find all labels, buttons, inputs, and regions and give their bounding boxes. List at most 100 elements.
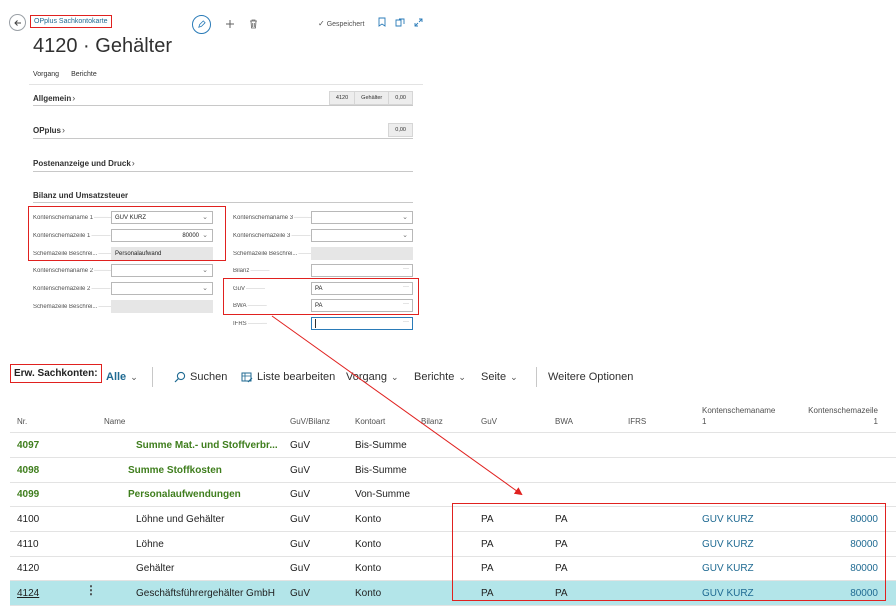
menu-label: Weitere Optionen bbox=[548, 371, 634, 383]
divider bbox=[33, 138, 413, 139]
filter-selector[interactable]: Alle ⌄ bbox=[106, 371, 138, 383]
edit-button[interactable] bbox=[192, 14, 211, 34]
column-header-line: Kontenschemaname bbox=[702, 406, 776, 415]
summary-chip: Gehälter bbox=[354, 92, 389, 104]
column-header-kontenschemaname[interactable]: Kontenschemaname 1 bbox=[702, 405, 775, 427]
pencil-icon bbox=[198, 19, 206, 28]
column-header-kontoart[interactable]: Kontoart bbox=[355, 416, 385, 427]
text-caret bbox=[315, 319, 316, 328]
chevron-right-icon: › bbox=[131, 158, 135, 168]
field-label: Kontenschemaname 2 bbox=[33, 268, 111, 274]
ellipsis-icon[interactable]: ··· bbox=[403, 266, 409, 272]
section-opplus-summary: 0,00 bbox=[388, 123, 413, 137]
field-label: Schemazeile Beschrei... bbox=[233, 251, 311, 257]
column-header-line: 1 bbox=[873, 417, 878, 426]
cell-guv-bilanz: GuV bbox=[290, 539, 311, 550]
summary-chip: 4120 bbox=[329, 92, 355, 104]
chevron-right-icon: › bbox=[62, 125, 66, 135]
bookmark-icon[interactable] bbox=[378, 17, 386, 27]
summary-chip: 0,00 bbox=[389, 124, 412, 136]
chevron-down-icon: ⌄ bbox=[202, 267, 208, 274]
divider bbox=[33, 202, 413, 203]
menu-label: Seite bbox=[481, 371, 507, 383]
filter-label: Alle bbox=[106, 371, 127, 383]
tab-berichte[interactable]: Berichte bbox=[71, 71, 97, 78]
row-actions-icon[interactable]: ⋮ bbox=[85, 584, 97, 596]
column-header-bwa[interactable]: BWA bbox=[555, 416, 573, 427]
cell-nr[interactable]: 4097 bbox=[17, 440, 39, 451]
kontenschemaname-2-select[interactable]: ⌄ bbox=[111, 264, 213, 277]
menu-vorgang[interactable]: Vorgang ⌄ bbox=[346, 371, 399, 383]
cell-name: Personalaufwendungen bbox=[128, 489, 241, 500]
field-kontenschemazeile-3: Kontenschemazeile 3 ⌄ bbox=[233, 229, 413, 242]
column-header-bilanz[interactable]: Bilanz bbox=[421, 416, 443, 427]
chevron-down-icon: ⌄ bbox=[130, 371, 138, 382]
search-icon bbox=[174, 371, 186, 383]
section-bilanz-header[interactable]: Bilanz und Umsatzsteuer bbox=[33, 191, 413, 200]
field-schemazeile-beschreibung-3: Schemazeile Beschrei... bbox=[233, 247, 413, 260]
menu-seite[interactable]: Seite ⌄ bbox=[481, 371, 518, 383]
cell-nr[interactable]: 4124 bbox=[17, 588, 39, 599]
column-header-kontenschemazeile[interactable]: Kontenschemazeile 1 bbox=[790, 405, 878, 427]
cell-nr[interactable]: 4098 bbox=[17, 465, 39, 476]
more-options-button[interactable]: Weitere Optionen bbox=[548, 371, 633, 383]
section-allgemein-label: Allgemein bbox=[33, 93, 72, 103]
trash-icon bbox=[250, 19, 257, 29]
column-header-line: Kontenschemazeile bbox=[808, 406, 878, 415]
kontenschemaname-3-select[interactable]: ⌄ bbox=[311, 211, 413, 224]
column-header-name[interactable]: Name bbox=[104, 416, 125, 427]
field-kontenschemazeile-2: Kontenschemazeile 2 ⌄ bbox=[33, 282, 213, 295]
field-label: Bilanz bbox=[233, 268, 311, 274]
menu-label: Vorgang bbox=[346, 371, 387, 383]
column-header-nr[interactable]: Nr. bbox=[17, 416, 27, 427]
search-label: Suchen bbox=[190, 371, 228, 383]
cell-nr[interactable]: 4110 bbox=[17, 539, 39, 550]
cell-nr[interactable]: 4099 bbox=[17, 489, 39, 500]
cell-kontoart: Konto bbox=[355, 539, 382, 550]
section-postenanzeige-header[interactable]: Postenanzeige und Druck › bbox=[33, 158, 413, 168]
cell-kontoart: Konto bbox=[355, 514, 382, 525]
section-postenanzeige: Postenanzeige und Druck › bbox=[33, 158, 413, 172]
kontenschemazeile-3-select[interactable]: ⌄ bbox=[311, 229, 413, 242]
column-header-guv-bilanz[interactable]: GuV/Bilanz bbox=[290, 416, 330, 427]
delete-button[interactable] bbox=[249, 19, 258, 29]
new-button[interactable] bbox=[225, 19, 235, 29]
back-button[interactable] bbox=[9, 14, 26, 31]
card-action-tabs: Vorgang Berichte bbox=[33, 71, 97, 78]
field-bilanz: Bilanz ··· bbox=[233, 264, 413, 277]
cell-nr[interactable]: 4100 bbox=[17, 514, 39, 525]
cell-nr[interactable]: 4120 bbox=[17, 563, 39, 574]
chevron-down-icon: ⌄ bbox=[202, 285, 208, 292]
field-label: IFRS bbox=[233, 321, 311, 327]
open-new-window-icon[interactable] bbox=[395, 18, 405, 27]
tab-vorgang[interactable]: Vorgang bbox=[33, 71, 59, 78]
ellipsis-icon[interactable]: ··· bbox=[403, 319, 409, 325]
cell-guv-bilanz: GuV bbox=[290, 588, 311, 599]
divider bbox=[33, 105, 413, 106]
search-button[interactable]: Suchen bbox=[174, 371, 227, 383]
edit-list-icon bbox=[241, 372, 253, 382]
save-status: ✓ Gespeichert bbox=[318, 19, 364, 28]
menu-berichte[interactable]: Berichte ⌄ bbox=[414, 371, 466, 383]
bilanz-lookup[interactable]: ··· bbox=[311, 264, 413, 277]
list-action-bar: Erw. Sachkonten: Alle ⌄ Suchen Liste bear… bbox=[0, 362, 896, 392]
field-ifrs: IFRS ··· bbox=[233, 317, 413, 330]
cell-name: Geschäftsführergehälter GmbH bbox=[136, 588, 275, 599]
highlight-box bbox=[28, 206, 226, 261]
column-header-ifrs[interactable]: IFRS bbox=[628, 416, 646, 427]
section-bilanz-label: Bilanz und Umsatzsteuer bbox=[33, 191, 129, 200]
edit-list-button[interactable]: Liste bearbeiten bbox=[241, 371, 335, 383]
kontenschemazeile-2-select[interactable]: ⌄ bbox=[111, 282, 213, 295]
table-row[interactable]: 4098 Summe Stoffkosten GuV Bis-Summe bbox=[10, 458, 896, 483]
check-icon: ✓ bbox=[318, 19, 325, 28]
divider bbox=[33, 171, 413, 172]
expand-icon[interactable] bbox=[414, 18, 423, 27]
ifrs-lookup[interactable]: ··· bbox=[311, 317, 413, 330]
section-opplus-header[interactable]: OPplus › bbox=[33, 125, 413, 135]
chevron-down-icon: ⌄ bbox=[390, 371, 399, 382]
card-toolbar bbox=[192, 14, 258, 34]
table-row[interactable]: 4097 Summe Mat.- und Stoffverbr... GuV B… bbox=[10, 433, 896, 458]
chevron-down-icon: ⌄ bbox=[458, 371, 466, 382]
cell-name: Löhne und Gehälter bbox=[136, 514, 225, 525]
column-header-guv[interactable]: GuV bbox=[481, 416, 497, 427]
